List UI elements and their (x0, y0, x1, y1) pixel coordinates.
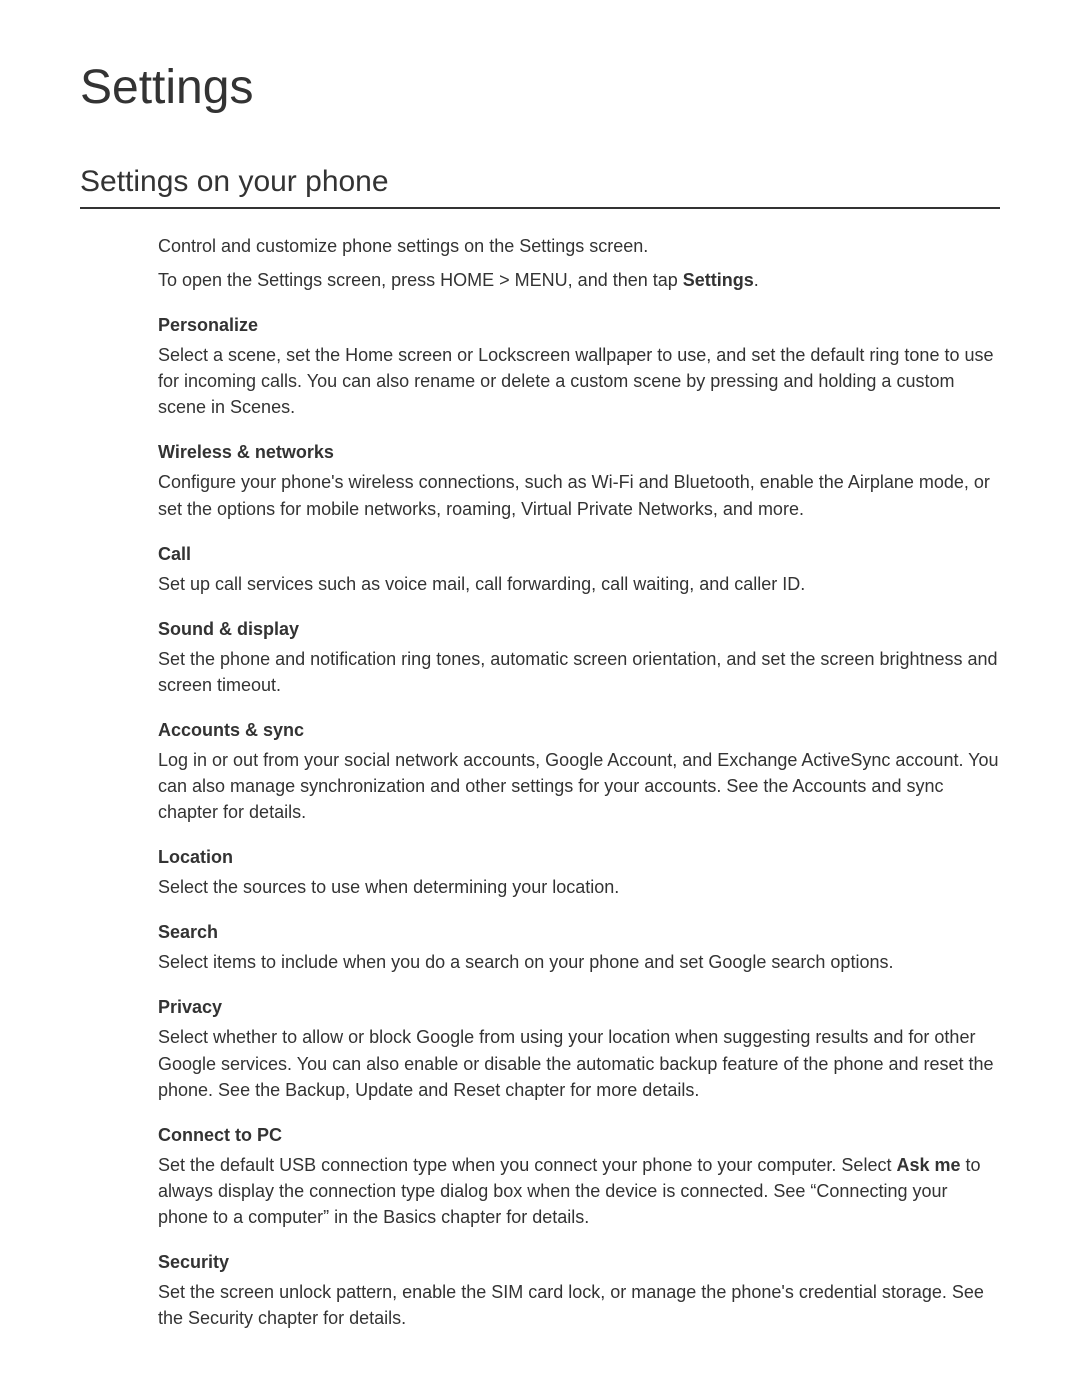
item-location: Location Select the sources to use when … (158, 847, 1000, 900)
item-heading: Call (158, 544, 1000, 565)
item-heading: Security (158, 1252, 1000, 1273)
item-call: Call Set up call services such as voice … (158, 544, 1000, 597)
item-personalize: Personalize Select a scene, set the Home… (158, 315, 1000, 420)
item-body: Select whether to allow or block Google … (158, 1024, 1000, 1102)
section-title: Settings on your phone (80, 165, 1000, 209)
item-body: Set the default USB connection type when… (158, 1152, 1000, 1230)
item-heading: Location (158, 847, 1000, 868)
item-search: Search Select items to include when you … (158, 922, 1000, 975)
item-heading: Search (158, 922, 1000, 943)
intro-line-1: Control and customize phone settings on … (158, 233, 1000, 259)
item-privacy: Privacy Select whether to allow or block… (158, 997, 1000, 1102)
item-body: Set the screen unlock pattern, enable th… (158, 1279, 1000, 1331)
intro-settings-label: Settings (683, 270, 754, 290)
item-connect-to-pc: Connect to PC Set the default USB connec… (158, 1125, 1000, 1230)
intro-text-end: . (754, 270, 759, 290)
item-security: Security Set the screen unlock pattern, … (158, 1252, 1000, 1331)
page-title: Settings (80, 60, 1000, 115)
item-heading: Wireless & networks (158, 442, 1000, 463)
item-body: Log in or out from your social network a… (158, 747, 1000, 825)
item-heading: Privacy (158, 997, 1000, 1018)
item-body: Set up call services such as voice mail,… (158, 571, 1000, 597)
ask-me-label: Ask me (896, 1155, 960, 1175)
item-body: Select the sources to use when determini… (158, 874, 1000, 900)
item-body: Select a scene, set the Home screen or L… (158, 342, 1000, 420)
item-wireless-networks: Wireless & networks Configure your phone… (158, 442, 1000, 521)
intro-line-2: To open the Settings screen, press HOME … (158, 267, 1000, 293)
item-sound-display: Sound & display Set the phone and notifi… (158, 619, 1000, 698)
intro-text: To open the Settings screen, press HOME … (158, 270, 683, 290)
item-body: Set the phone and notification ring tone… (158, 646, 1000, 698)
item-heading: Sound & display (158, 619, 1000, 640)
item-heading: Connect to PC (158, 1125, 1000, 1146)
item-body: Select items to include when you do a se… (158, 949, 1000, 975)
item-heading: Accounts & sync (158, 720, 1000, 741)
item-accounts-sync: Accounts & sync Log in or out from your … (158, 720, 1000, 825)
item-body-text: Set the default USB connection type when… (158, 1155, 896, 1175)
item-body: Configure your phone's wireless connecti… (158, 469, 1000, 521)
item-heading: Personalize (158, 315, 1000, 336)
